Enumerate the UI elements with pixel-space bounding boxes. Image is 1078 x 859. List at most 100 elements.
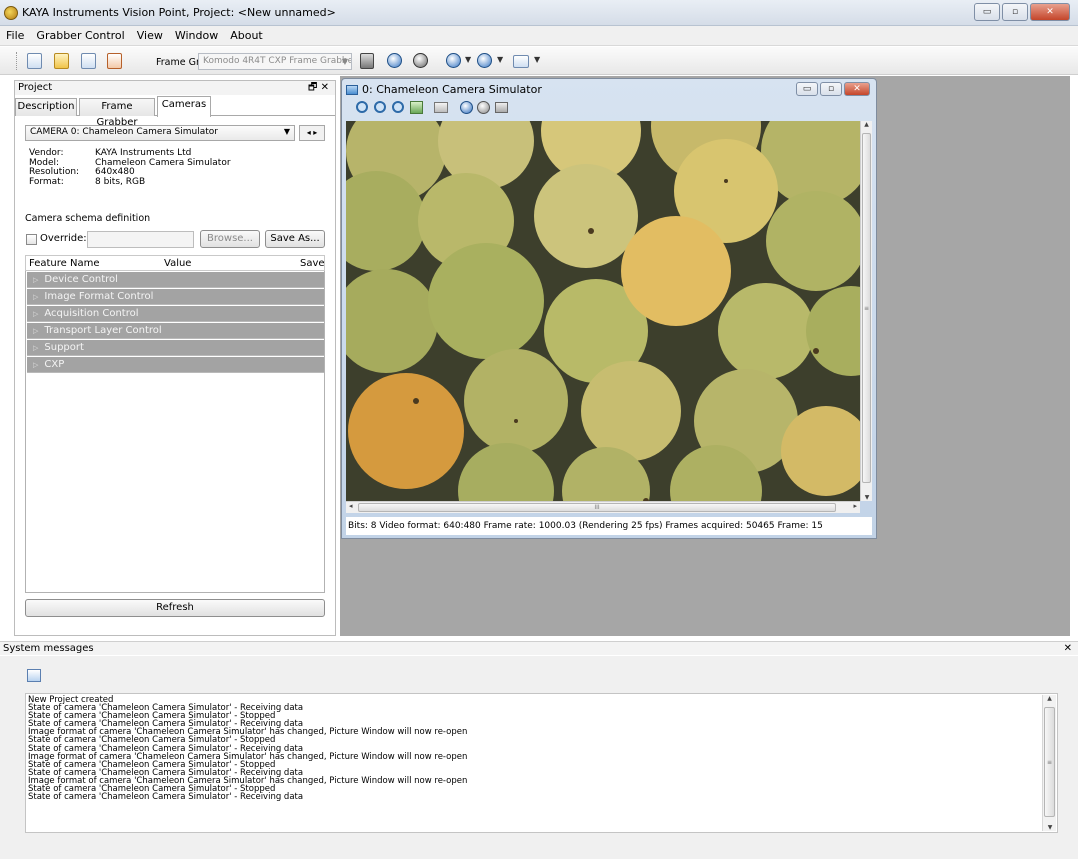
live-camera-image[interactable] bbox=[346, 121, 860, 501]
menu-about[interactable]: About bbox=[230, 29, 263, 42]
message-line: State of camera 'Chameleon Camera Simula… bbox=[28, 792, 304, 803]
new-project-icon[interactable] bbox=[27, 53, 42, 69]
tab-frame-grabber[interactable]: Frame Grabber bbox=[79, 98, 155, 128]
scroll-up-icon[interactable]: ▲ bbox=[1043, 695, 1056, 702]
chevron-down-icon[interactable]: ▼ bbox=[497, 55, 503, 64]
overlay-icon[interactable] bbox=[495, 102, 508, 113]
feature-group-label: Device Control bbox=[44, 274, 118, 285]
zoom-in-icon[interactable] bbox=[356, 101, 368, 113]
record-icon[interactable] bbox=[460, 101, 473, 114]
feature-group-label: Acquisition Control bbox=[44, 308, 139, 319]
tab-cameras[interactable]: Cameras bbox=[157, 96, 211, 117]
play-icon[interactable] bbox=[477, 53, 492, 68]
feature-group-row[interactable]: ▷ Support bbox=[27, 340, 324, 356]
column-save[interactable]: Save bbox=[300, 258, 325, 269]
actual-size-icon[interactable] bbox=[410, 101, 423, 114]
zoom-fit-icon[interactable] bbox=[392, 101, 404, 113]
title-bar: KAYA Instruments Vision Point, Project: … bbox=[0, 0, 1078, 26]
save-project-icon[interactable] bbox=[81, 53, 96, 69]
frame-grabber-select[interactable]: Komodo 4R4T CXP Frame Grabber bbox=[198, 53, 352, 70]
feature-group-row[interactable]: ▷ CXP bbox=[27, 357, 324, 373]
open-project-icon[interactable] bbox=[54, 53, 69, 69]
scroll-left-icon[interactable]: ◂ bbox=[349, 502, 353, 510]
chevron-down-icon[interactable]: ▼ bbox=[338, 53, 352, 70]
browse-button[interactable]: Browse... bbox=[200, 230, 260, 248]
maximize-button[interactable]: ▫ bbox=[1002, 3, 1028, 21]
power-off-icon[interactable] bbox=[413, 53, 428, 68]
minimize-button[interactable]: ▭ bbox=[974, 3, 1000, 21]
system-messages-close-icon[interactable]: ✕ bbox=[1064, 642, 1072, 656]
picture-minimize-button[interactable]: ▭ bbox=[796, 82, 818, 96]
message-lines: New Project created State of camera 'Cha… bbox=[26, 694, 1057, 803]
column-feature-name[interactable]: Feature Name bbox=[29, 258, 99, 269]
system-messages-title: System messages bbox=[3, 643, 94, 654]
feature-group-label: Image Format Control bbox=[44, 291, 154, 302]
system-messages-log[interactable]: New Project created State of camera 'Cha… bbox=[25, 693, 1058, 833]
expand-triangle-icon: ▷ bbox=[33, 361, 39, 369]
picture-window-title: 0: Chameleon Camera Simulator bbox=[362, 83, 542, 96]
feature-group-row[interactable]: ▷ Image Format Control bbox=[27, 289, 324, 305]
zoom-out-icon[interactable] bbox=[374, 101, 386, 113]
grabber-settings-icon[interactable] bbox=[360, 53, 374, 69]
power-on-icon[interactable] bbox=[387, 53, 402, 68]
picture-status-bar: Bits: 8 Video format: 640:480 Frame rate… bbox=[346, 517, 872, 535]
close-button[interactable]: ✕ bbox=[1030, 3, 1070, 21]
scroll-down-icon[interactable]: ▼ bbox=[861, 494, 873, 501]
camera-info-labels: Vendor: Model: Resolution: Format: bbox=[29, 148, 79, 187]
feature-group-row[interactable]: ▷ Device Control bbox=[27, 272, 324, 288]
override-checkbox[interactable] bbox=[26, 234, 37, 245]
clear-messages-icon[interactable] bbox=[27, 669, 41, 682]
schema-path-input[interactable] bbox=[87, 231, 194, 248]
camera-info-values: KAYA Instruments Ltd Chameleon Camera Si… bbox=[95, 148, 231, 187]
picture-horizontal-scrollbar[interactable]: ◂ III ▸ bbox=[346, 501, 860, 513]
refresh-button[interactable]: Refresh bbox=[25, 599, 325, 617]
scroll-down-icon[interactable]: ▼ bbox=[1043, 824, 1057, 831]
picture-vertical-scrollbar[interactable]: ▲ ≡ ▼ bbox=[860, 121, 872, 501]
feature-group-row[interactable]: ▷ Acquisition Control bbox=[27, 306, 324, 322]
toolbar-grip bbox=[16, 52, 18, 70]
camera-nav-arrows[interactable]: ◂ ▸ bbox=[299, 125, 325, 141]
chevron-down-icon[interactable]: ▼ bbox=[465, 55, 471, 64]
feature-table: ▷ Device Control ▷ Image Format Control ▷ A… bbox=[25, 271, 325, 593]
picture-window: 0: Chameleon Camera Simulator ▭ ▫ ✕ ▲ ≡ … bbox=[341, 78, 877, 539]
play-icon[interactable] bbox=[477, 101, 490, 114]
picture-maximize-button[interactable]: ▫ bbox=[820, 82, 842, 96]
scroll-right-icon[interactable]: ▸ bbox=[853, 502, 857, 510]
format-value: 8 bits, RGB bbox=[95, 176, 146, 187]
project-panel: Project 🗗 ✕ Description Frame Grabber Ca… bbox=[14, 80, 336, 636]
menu-grabber-control[interactable]: Grabber Control bbox=[36, 29, 124, 42]
feature-group-label: Support bbox=[44, 342, 84, 353]
panel-float-close-icon[interactable]: 🗗 ✕ bbox=[308, 81, 329, 95]
project-tabs: Description Frame Grabber Cameras bbox=[15, 96, 335, 128]
camera-select-value: CAMERA 0: Chameleon Camera Simulator bbox=[30, 127, 218, 137]
format-label: Format: bbox=[29, 176, 64, 187]
feature-group-label: Transport Layer Control bbox=[44, 325, 162, 336]
scroll-thumb[interactable]: ≡ bbox=[862, 133, 871, 483]
scroll-up-icon[interactable]: ▲ bbox=[861, 121, 872, 128]
chevron-down-icon[interactable]: ▼ bbox=[534, 55, 540, 64]
expand-triangle-icon: ▷ bbox=[33, 310, 39, 318]
column-value[interactable]: Value bbox=[164, 258, 191, 269]
project-panel-header: Project 🗗 ✕ bbox=[15, 81, 335, 95]
snapshot-icon[interactable] bbox=[434, 102, 448, 113]
save-as-project-icon[interactable] bbox=[107, 53, 122, 69]
menu-file[interactable]: File bbox=[6, 29, 24, 42]
camera-select[interactable]: CAMERA 0: Chameleon Camera Simulator ▼ bbox=[25, 125, 295, 141]
hscroll-thumb[interactable]: III bbox=[358, 503, 836, 512]
chevron-down-icon: ▼ bbox=[283, 127, 290, 136]
menu-window[interactable]: Window bbox=[175, 29, 218, 42]
scroll-thumb[interactable]: ≡ bbox=[1044, 707, 1055, 817]
tab-description[interactable]: Description bbox=[15, 98, 77, 116]
picture-window-icon[interactable] bbox=[513, 55, 529, 68]
expand-triangle-icon: ▷ bbox=[33, 344, 39, 352]
menu-view[interactable]: View bbox=[137, 29, 163, 42]
expand-triangle-icon: ▷ bbox=[33, 293, 39, 301]
save-as-button[interactable]: Save As... bbox=[265, 230, 325, 248]
camera-frame-image bbox=[346, 121, 860, 501]
picture-window-controls: ▭ ▫ ✕ bbox=[796, 82, 870, 96]
expand-triangle-icon: ▷ bbox=[33, 276, 39, 284]
messages-vertical-scrollbar[interactable]: ▲ ≡ ▼ bbox=[1042, 695, 1056, 831]
feature-group-row[interactable]: ▷ Transport Layer Control bbox=[27, 323, 324, 339]
start-acquisition-icon[interactable] bbox=[446, 53, 461, 68]
picture-close-button[interactable]: ✕ bbox=[844, 82, 870, 96]
